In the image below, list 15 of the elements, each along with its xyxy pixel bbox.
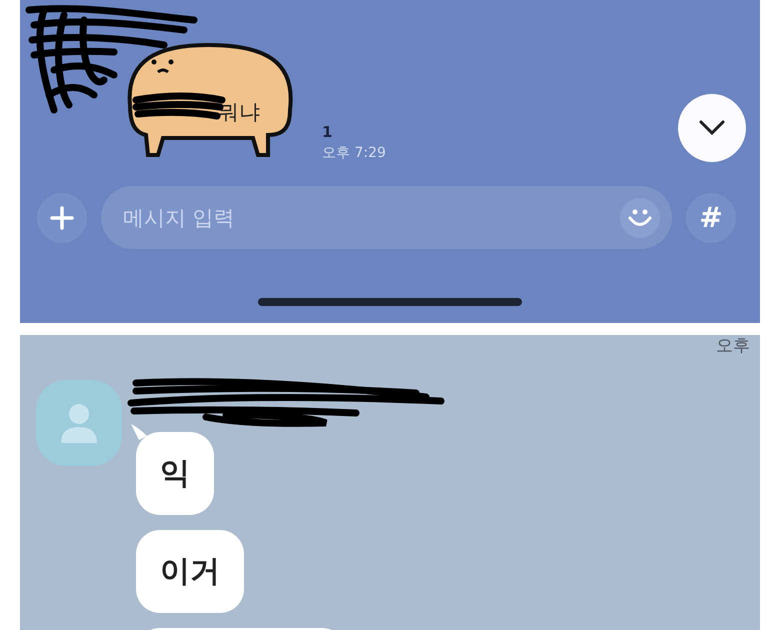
bubble-tail <box>131 424 147 440</box>
sticker-caption: 뭐냐 <box>218 99 260 126</box>
hashtag-button[interactable]: # <box>686 192 736 242</box>
smiley-icon <box>627 206 653 228</box>
message-input-field[interactable]: 메시지 입력 <box>121 204 525 230</box>
emoji-button[interactable] <box>620 198 660 238</box>
unread-count: 1 <box>322 123 334 141</box>
message-input-bar[interactable]: 메시지 입력 <box>101 186 672 249</box>
message-bubble: 이거 <box>136 530 244 613</box>
chevron-down-icon <box>699 120 725 136</box>
plus-icon <box>50 206 74 230</box>
person-icon <box>60 403 98 443</box>
add-button[interactable] <box>37 192 87 242</box>
message-time: 오후 7:29 <box>322 144 386 162</box>
message-time: 오후 <box>716 335 750 357</box>
